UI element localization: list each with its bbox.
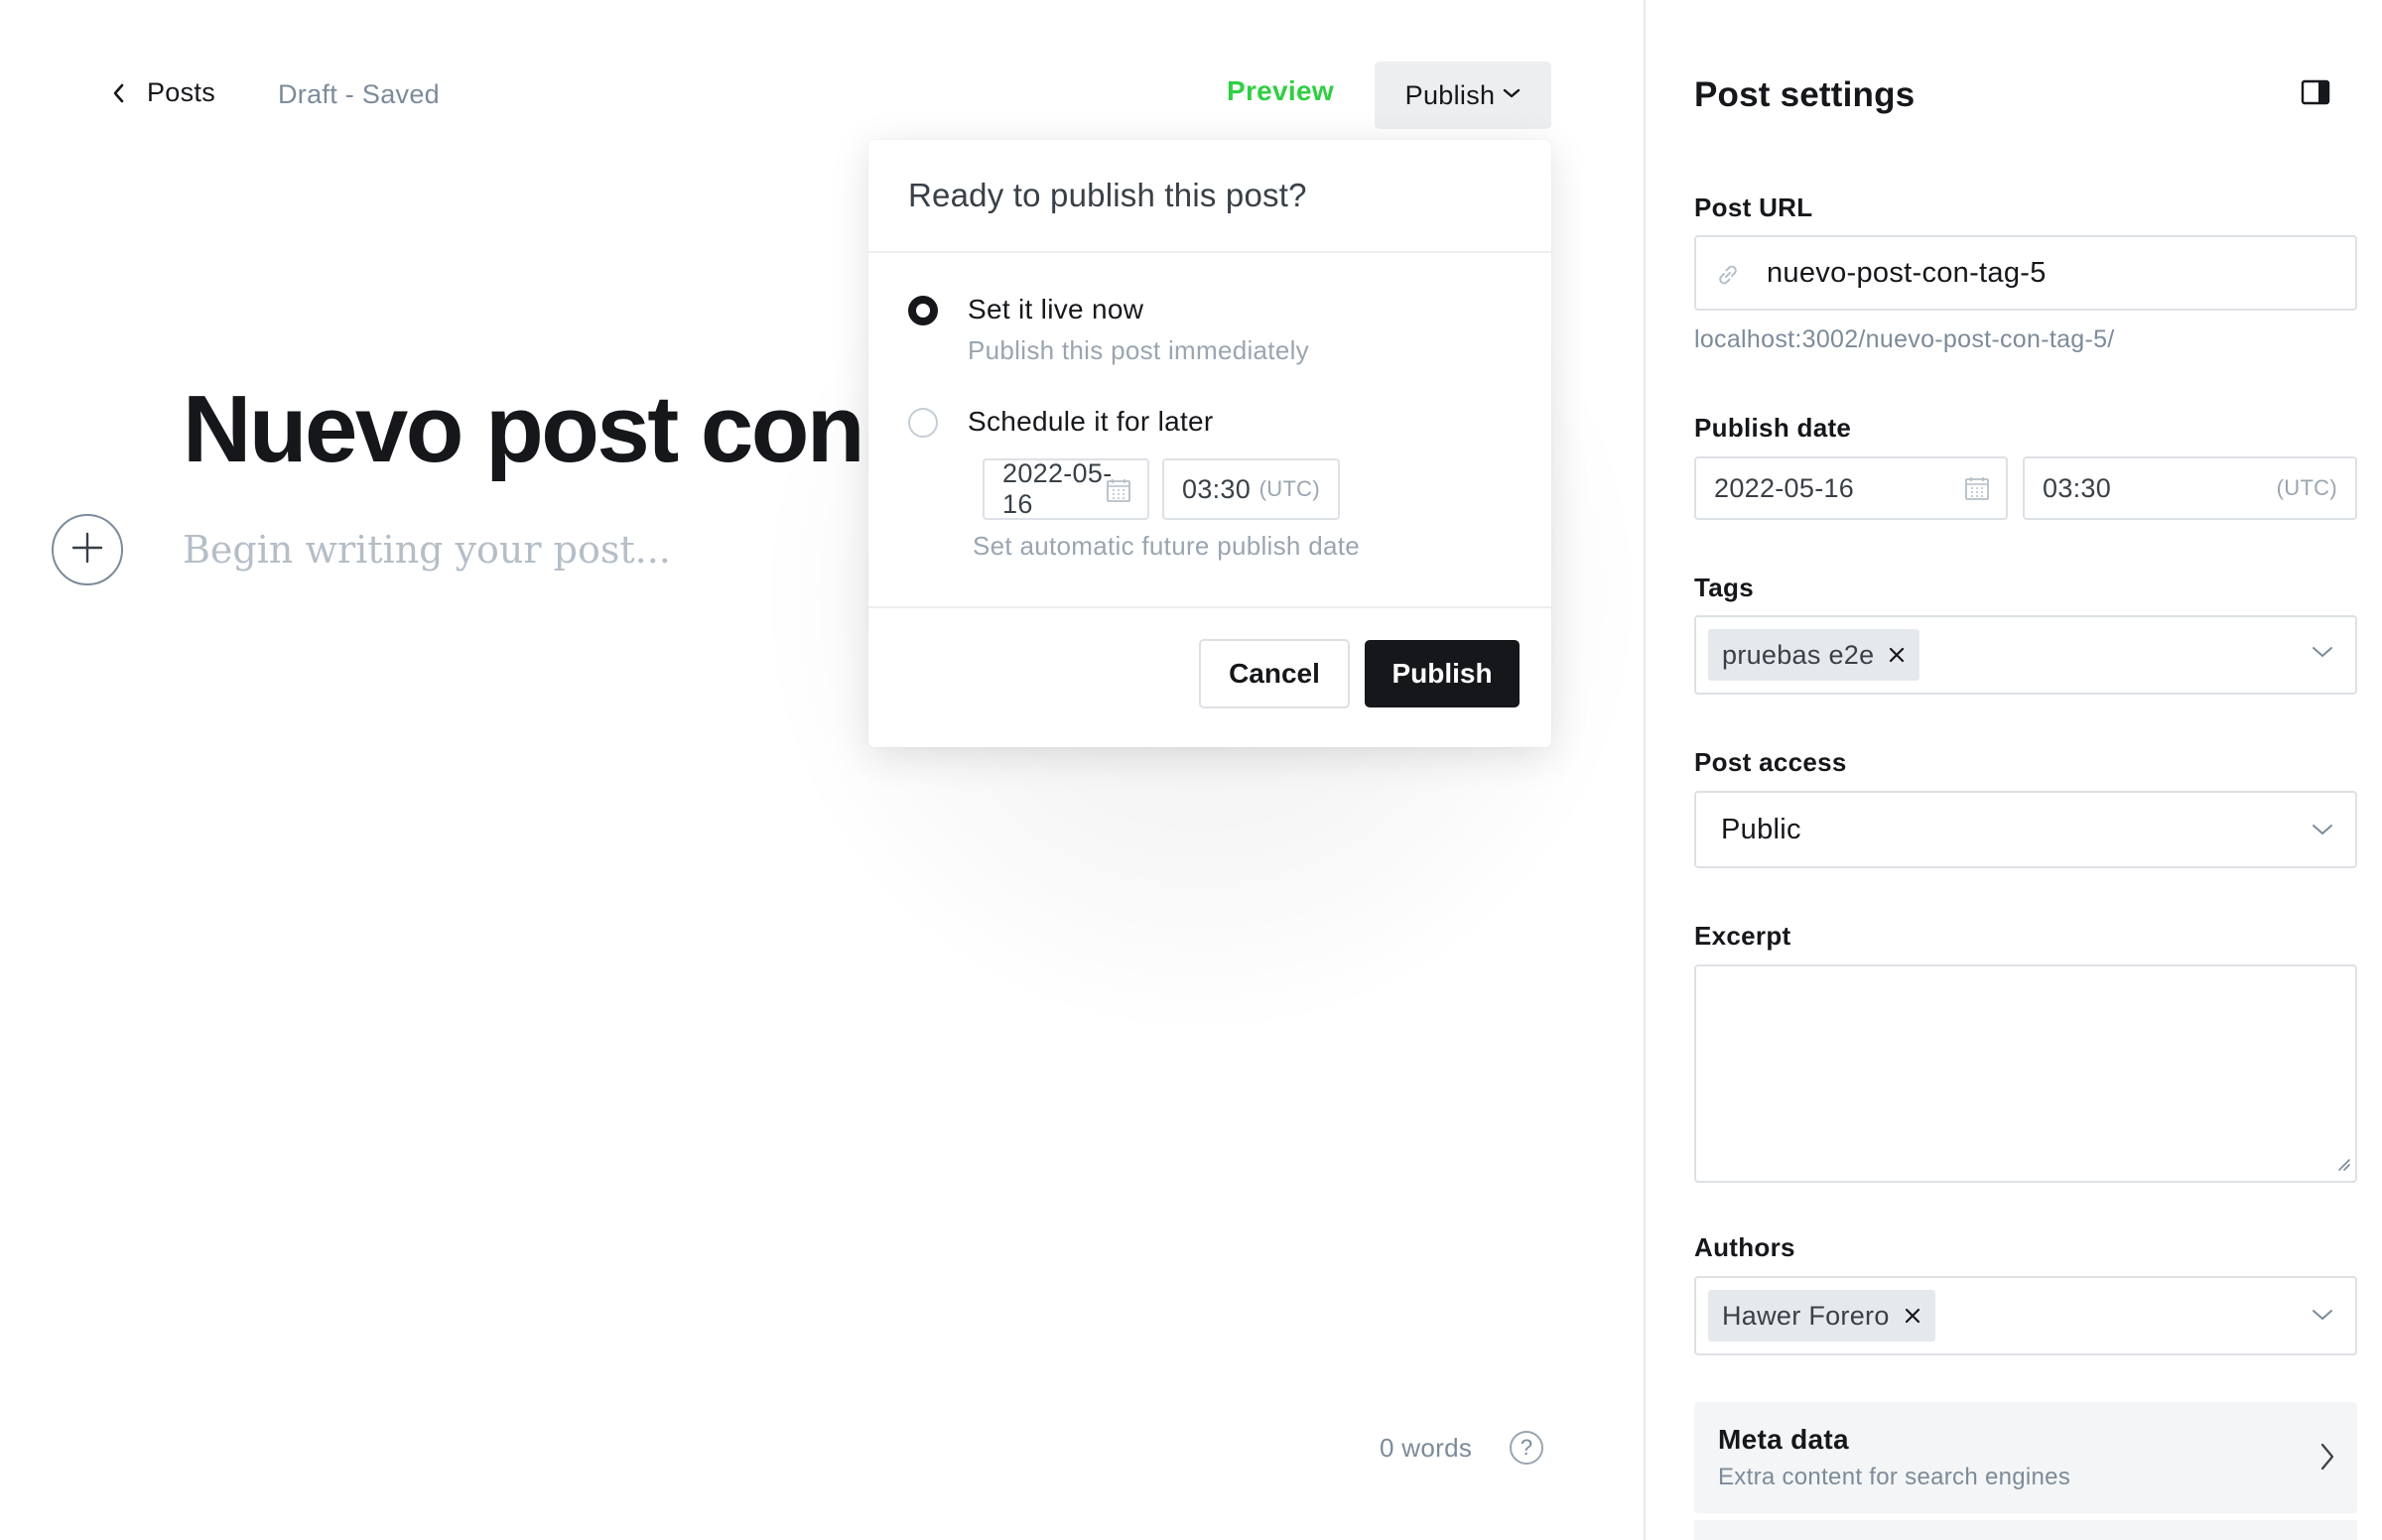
preview-button[interactable]: Preview [1227, 75, 1334, 107]
word-count: 0 words [1380, 1433, 1473, 1463]
settings-title: Post settings [1694, 75, 1916, 114]
option-schedule-later[interactable]: Schedule it for later [908, 406, 1214, 438]
publish-dropdown-heading: Ready to publish this post? [908, 177, 1307, 213]
tags-select[interactable]: pruebas e2e [1694, 615, 2357, 695]
schedule-date-input[interactable]: 2022-05-16 [983, 458, 1149, 520]
confirm-publish-button[interactable]: Publish [1365, 640, 1520, 707]
post-url-value: nuevo-post-con-tag-5 [1767, 257, 2047, 289]
schedule-time-value: 03:30 [1182, 473, 1252, 504]
excerpt-label: Excerpt [1694, 921, 1791, 951]
post-access-label: Post access [1694, 747, 1847, 777]
publish-time-input[interactable]: 03:30 (UTC) [2023, 456, 2357, 520]
close-icon[interactable] [1904, 1307, 1921, 1325]
tag-chip-label: pruebas e2e [1722, 639, 1875, 670]
close-icon[interactable] [1888, 646, 1906, 664]
radio-schedule-later[interactable] [908, 408, 938, 438]
timezone-label: (UTC) [2276, 475, 2337, 500]
publish-menu-trigger[interactable]: Publish [1375, 62, 1551, 129]
chevron-left-icon [107, 78, 129, 108]
add-card-button[interactable] [52, 514, 123, 585]
plus-icon [69, 530, 105, 571]
draft-status: Draft - Saved [278, 79, 440, 109]
sidebar-toggle-icon[interactable] [2301, 79, 2330, 110]
chevron-down-icon[interactable] [2312, 1308, 2333, 1327]
meta-data-subtitle: Extra content for search engines [1718, 1464, 2071, 1490]
divider [868, 606, 1551, 608]
calendar-icon[interactable] [1106, 477, 1131, 508]
post-url-input[interactable]: nuevo-post-con-tag-5 [1694, 235, 2357, 311]
author-chip-label: Hawer Forero [1722, 1300, 1890, 1331]
publish-dropdown: Ready to publish this post? Set it live … [868, 140, 1551, 747]
option-subtitle: Publish this post immediately [968, 335, 1309, 365]
option-title: Set it live now [968, 294, 1144, 324]
back-to-posts-link[interactable]: Posts [107, 77, 215, 108]
publish-date-label: Publish date [1694, 413, 1852, 443]
option-title: Schedule it for later [968, 406, 1214, 437]
post-access-select[interactable]: Public [1694, 791, 2357, 868]
back-label: Posts [147, 77, 216, 107]
schedule-time-input[interactable]: 03:30 (UTC) [1162, 458, 1340, 520]
authors-select[interactable]: Hawer Forero [1694, 1276, 2357, 1355]
option-set-live-now-text: Set it live now Publish this post immedi… [968, 294, 1309, 366]
question-circle-icon[interactable]: ? [1510, 1431, 1543, 1465]
schedule-hint: Set automatic future publish date [973, 531, 1361, 561]
tag-chip: pruebas e2e [1708, 629, 1920, 681]
author-chip: Hawer Forero [1708, 1290, 1935, 1342]
tags-label: Tags [1694, 573, 1754, 602]
radio-set-live-now[interactable] [908, 296, 938, 325]
post-url-label: Post URL [1694, 192, 1813, 222]
post-settings-sidebar: Post settings Post URL nuevo-post-con-ta… [1644, 0, 2382, 1540]
publish-time-value: 03:30 [2043, 472, 2112, 503]
help-symbol: ? [1520, 1435, 1533, 1460]
next-settings-item[interactable] [1694, 1518, 2357, 1540]
timezone-label: (UTC) [1258, 476, 1320, 501]
chevron-right-icon [2319, 1442, 2335, 1476]
meta-data-title: Meta data [1718, 1424, 1849, 1455]
post-access-value: Public [1721, 814, 1801, 845]
publish-date-value: 2022-05-16 [1714, 472, 1855, 503]
link-icon [1714, 261, 1742, 294]
publish-dropdown-header: Ready to publish this post? [868, 140, 1551, 253]
meta-data-item[interactable]: Meta data Extra content for search engin… [1694, 1402, 2357, 1513]
chevron-down-icon [1503, 86, 1521, 104]
excerpt-textarea[interactable] [1694, 964, 2357, 1183]
option-schedule-later-text: Schedule it for later [968, 406, 1214, 438]
calendar-icon[interactable] [1964, 475, 1990, 506]
chevron-down-icon[interactable] [2312, 645, 2333, 664]
publish-date-input[interactable]: 2022-05-16 [1694, 456, 2008, 520]
post-url-full: localhost:3002/nuevo-post-con-tag-5/ [1694, 325, 2115, 353]
cancel-button[interactable]: Cancel [1199, 639, 1350, 708]
option-set-live-now[interactable]: Set it live now Publish this post immedi… [908, 294, 1309, 366]
post-body-placeholder[interactable]: Begin writing your post... [183, 528, 671, 572]
publish-trigger-label: Publish [1404, 79, 1496, 110]
chevron-down-icon[interactable] [2312, 823, 2333, 841]
resize-handle-icon[interactable] [2335, 1156, 2351, 1177]
authors-label: Authors [1694, 1232, 1795, 1262]
